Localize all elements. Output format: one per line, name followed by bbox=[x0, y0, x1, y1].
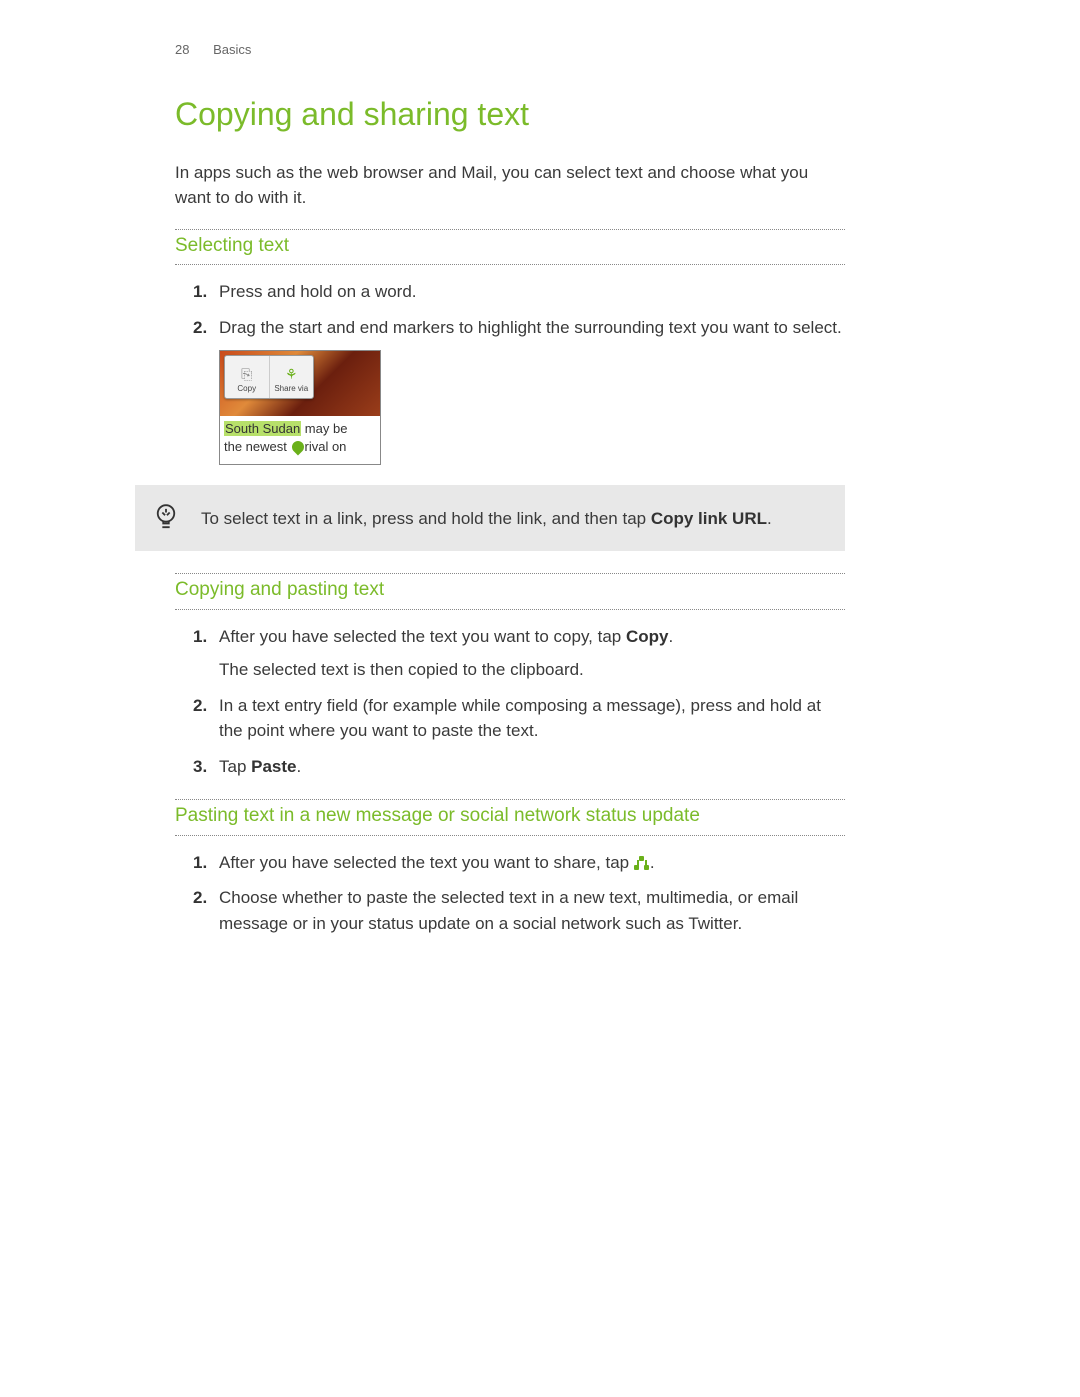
section-heading: Pasting text in a new message or social … bbox=[175, 800, 845, 835]
copy-icon: ⎘ bbox=[241, 367, 252, 381]
list-text: In a text entry field (for example while… bbox=[219, 696, 821, 741]
share-icon: ⚘ bbox=[285, 367, 298, 381]
page-number: 28 bbox=[175, 42, 189, 57]
list-number: 2. bbox=[193, 885, 207, 911]
tip-text: To select text in a link, press and hold… bbox=[201, 506, 825, 532]
chapter-name: Basics bbox=[213, 42, 251, 57]
section-heading-row: Pasting text in a new message or social … bbox=[175, 799, 845, 836]
example-screenshot: ⎘ Copy ⚘ Share via South Sudan may be th… bbox=[219, 350, 381, 465]
list-item: 1. After you have selected the text you … bbox=[219, 850, 845, 876]
section-heading: Copying and pasting text bbox=[175, 574, 845, 609]
intro-paragraph: In apps such as the web browser and Mail… bbox=[175, 160, 845, 211]
list-text: Tap Paste. bbox=[219, 757, 301, 776]
popup-share-label: Share via bbox=[274, 383, 308, 395]
list-number: 1. bbox=[193, 850, 207, 876]
popup-copy-cell: ⎘ Copy bbox=[225, 356, 270, 398]
page-header: 28 Basics bbox=[175, 40, 845, 60]
list-text: Press and hold on a word. bbox=[219, 282, 417, 301]
list-text: Drag the start and end markers to highli… bbox=[219, 318, 842, 337]
list-paragraph: The selected text is then copied to the … bbox=[219, 657, 845, 683]
list-number: 3. bbox=[193, 754, 207, 780]
text-marker-icon bbox=[289, 439, 306, 456]
ordered-list: 1. Press and hold on a word. 2. Drag the… bbox=[175, 279, 845, 465]
page-title: Copying and sharing text bbox=[175, 90, 845, 138]
list-text: After you have selected the text you wan… bbox=[219, 853, 655, 872]
tip-box: To select text in a link, press and hold… bbox=[135, 485, 845, 551]
list-number: 1. bbox=[193, 279, 207, 305]
list-item: 2. In a text entry field (for example wh… bbox=[219, 693, 845, 744]
ordered-list: 1. After you have selected the text you … bbox=[175, 850, 845, 937]
list-number: 2. bbox=[193, 693, 207, 719]
list-item: 1. Press and hold on a word. bbox=[219, 279, 845, 305]
list-item: 3. Tap Paste. bbox=[219, 754, 845, 780]
share-icon bbox=[634, 856, 650, 870]
popup-copy-label: Copy bbox=[237, 383, 256, 395]
popup-share-cell: ⚘ Share via bbox=[270, 356, 314, 398]
lightbulb-icon bbox=[155, 503, 177, 533]
highlighted-text: South Sudan bbox=[224, 421, 301, 436]
list-number: 2. bbox=[193, 315, 207, 341]
popup-menu: ⎘ Copy ⚘ Share via bbox=[224, 355, 314, 399]
section-heading: Selecting text bbox=[175, 230, 845, 265]
screenshot-text: South Sudan may be the newest rival on bbox=[220, 416, 380, 464]
list-item: 1. After you have selected the text you … bbox=[219, 624, 845, 683]
list-text: Choose whether to paste the selected tex… bbox=[219, 888, 798, 933]
list-item: 2. Choose whether to paste the selected … bbox=[219, 885, 845, 936]
ordered-list: 1. After you have selected the text you … bbox=[175, 624, 845, 780]
section-heading-row: Selecting text bbox=[175, 229, 845, 266]
section-heading-row: Copying and pasting text bbox=[175, 573, 845, 610]
list-text: After you have selected the text you wan… bbox=[219, 627, 673, 646]
list-number: 1. bbox=[193, 624, 207, 650]
list-item: 2. Drag the start and end markers to hig… bbox=[219, 315, 845, 466]
